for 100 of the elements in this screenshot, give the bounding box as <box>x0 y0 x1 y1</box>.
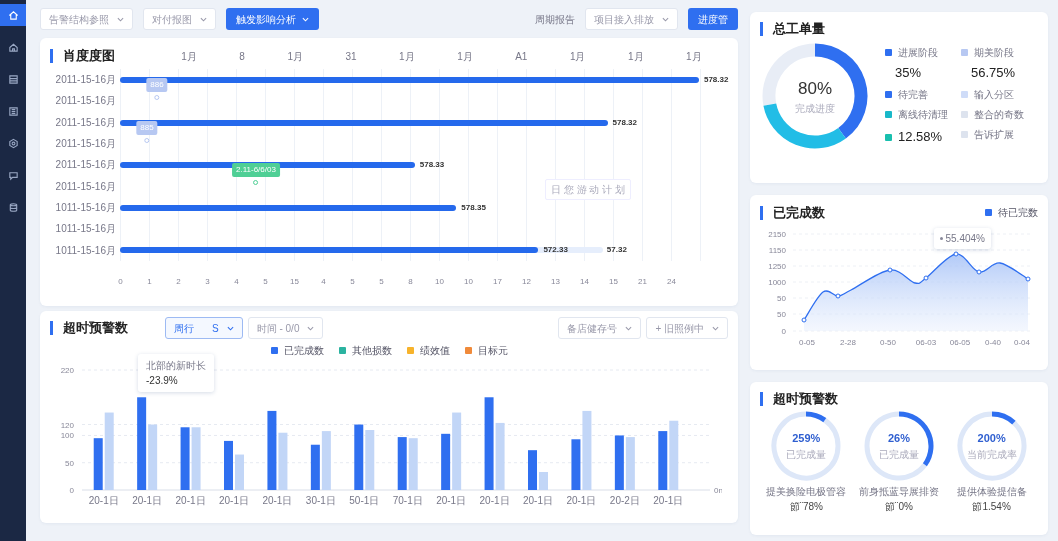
axis-label: 1月 <box>569 49 586 64</box>
tooltip-title: 北部的新时长 <box>146 359 206 373</box>
gauge-label: 前身抵蓝导展排资 <box>859 484 939 499</box>
axis-label: 3 <box>204 275 211 288</box>
axis-label: 2-28 <box>840 338 856 347</box>
axis-label: 8 <box>239 49 245 64</box>
axis-label: 0-50 <box>880 338 896 347</box>
select-field[interactable]: 项目接入排放 <box>585 8 678 30</box>
row-label: 1011-15-16月 <box>54 222 117 237</box>
axis-label: 2 <box>175 275 182 288</box>
axis-label: 24 <box>666 275 677 288</box>
panel-title: 已完成数 <box>760 205 825 220</box>
analysis-button[interactable]: 触发影响分析 <box>226 8 319 30</box>
axis-label: 06-03 <box>915 338 937 347</box>
gauge-track <box>864 411 927 481</box>
axis-label: 5 <box>262 275 269 288</box>
legend-label: 绩效值 <box>419 343 450 358</box>
gauge-label: 提供体验提信备 <box>956 484 1027 499</box>
axis-label: 1150 <box>768 246 786 255</box>
axis-label: 10 <box>463 275 474 288</box>
tooltip-value: -23.9% <box>146 374 179 388</box>
data-point <box>1025 276 1031 282</box>
gauge-value: 259% <box>792 431 821 447</box>
axis-label: 12 <box>521 275 532 288</box>
caret-icon <box>200 16 207 22</box>
filter-select[interactable]: 备店健存号 <box>558 317 642 339</box>
filter-select[interactable]: 时间 - 0/0 <box>247 317 324 339</box>
sidebar-item[interactable] <box>0 4 26 26</box>
axis-label: 1月 <box>686 49 702 64</box>
row-label: 1011-15-16月 <box>54 200 117 215</box>
axis-label: 20-2日 <box>609 495 640 506</box>
axis-label: 13 <box>550 275 561 288</box>
axis-label: 1月 <box>457 49 473 64</box>
axis-label: 100 <box>60 431 74 441</box>
axis-label: 4 <box>233 275 240 288</box>
filter-select[interactable]: 周行 S <box>165 317 243 339</box>
caret-icon <box>625 325 633 331</box>
axis-label: 0 <box>69 486 74 495</box>
axis-label: 1月 <box>287 49 303 64</box>
gauge-value: 200% <box>977 431 1006 447</box>
legend-label: 其他损数 <box>351 343 392 358</box>
progress-button[interactable]: 进度管 <box>688 8 738 30</box>
row-label: 2011-15-16月 <box>54 158 117 173</box>
row-label: 2011-15-16月 <box>54 73 117 88</box>
axis-label: 220 <box>60 366 74 375</box>
donut-caption: 完成进度 <box>795 102 835 117</box>
bar-value: 578.35 <box>461 201 486 214</box>
select-field[interactable]: 对付报图 <box>143 8 216 30</box>
axis-label: 5 <box>378 275 385 288</box>
stat-value: 35% <box>894 63 923 82</box>
gauge-caption: 已完成量 <box>879 447 919 462</box>
axis-label: 1250 <box>768 262 786 271</box>
database-icon <box>7 201 19 213</box>
gauge-delta: 節¨78% <box>789 499 823 514</box>
axis-label: 50 <box>777 310 786 319</box>
gauge-arc <box>991 411 1016 425</box>
period-label: 周期报告 <box>535 12 575 27</box>
caret-icon <box>712 325 719 331</box>
axis-label: 21 <box>637 275 648 288</box>
gauge-track <box>957 411 1027 481</box>
axis-label: 8 <box>407 275 414 288</box>
legend-label: 目标元 <box>477 343 508 358</box>
bar-value: 572.33 <box>543 244 568 257</box>
gear-icon <box>7 137 19 149</box>
axis-label: 20-1日 <box>653 495 684 506</box>
axis-label: 15 <box>608 275 619 288</box>
gauge-delta: 節¨0% <box>885 499 913 514</box>
axis-label: 1月 <box>181 49 197 64</box>
axis-label: 70-1日 <box>392 495 423 506</box>
row-label: 2011-15-16月 <box>54 137 117 152</box>
axis-label: 20-1日 <box>479 495 510 506</box>
gauge-track <box>771 411 841 481</box>
axis-label: 15 <box>289 275 300 288</box>
axis-label: 120 <box>60 420 74 430</box>
marker-label: 2.11-6/6/03 <box>232 163 280 178</box>
bar-value: 578.32 <box>703 74 729 86</box>
data-point <box>887 267 893 273</box>
axis-label: 1月 <box>628 49 644 64</box>
stat-value: 56.75% <box>970 63 1017 82</box>
unit-label: 0n <box>714 486 722 495</box>
legend-label: 待完善 <box>898 88 928 103</box>
bar-value: 57.32 <box>606 244 627 257</box>
legend-label: 告诉扩展 <box>974 128 1014 143</box>
filter-select[interactable]: + 旧照例中 <box>646 317 728 339</box>
axis-label: A1 <box>515 49 528 64</box>
legend-label: 离线待清理 <box>898 108 948 123</box>
row-label: 2011-15-16月 <box>54 94 117 109</box>
axis-label: 0-40 <box>985 338 1001 347</box>
axis-label: 20-1日 <box>262 495 293 506</box>
select-field[interactable]: 告警结构参照 <box>40 8 133 30</box>
axis-label: 50-1日 <box>349 495 380 506</box>
row-label: 2011-15-16月 <box>54 179 117 194</box>
axis-label: 4 <box>320 275 327 288</box>
legend-label: 已完成数 <box>283 343 324 358</box>
caret-icon <box>302 16 309 22</box>
axis-label: 0-04 <box>1014 338 1030 347</box>
axis-label: 20-1日 <box>132 495 163 506</box>
axis-label: 20-1日 <box>566 495 597 506</box>
data-point <box>923 275 929 281</box>
list-icon <box>7 105 19 117</box>
